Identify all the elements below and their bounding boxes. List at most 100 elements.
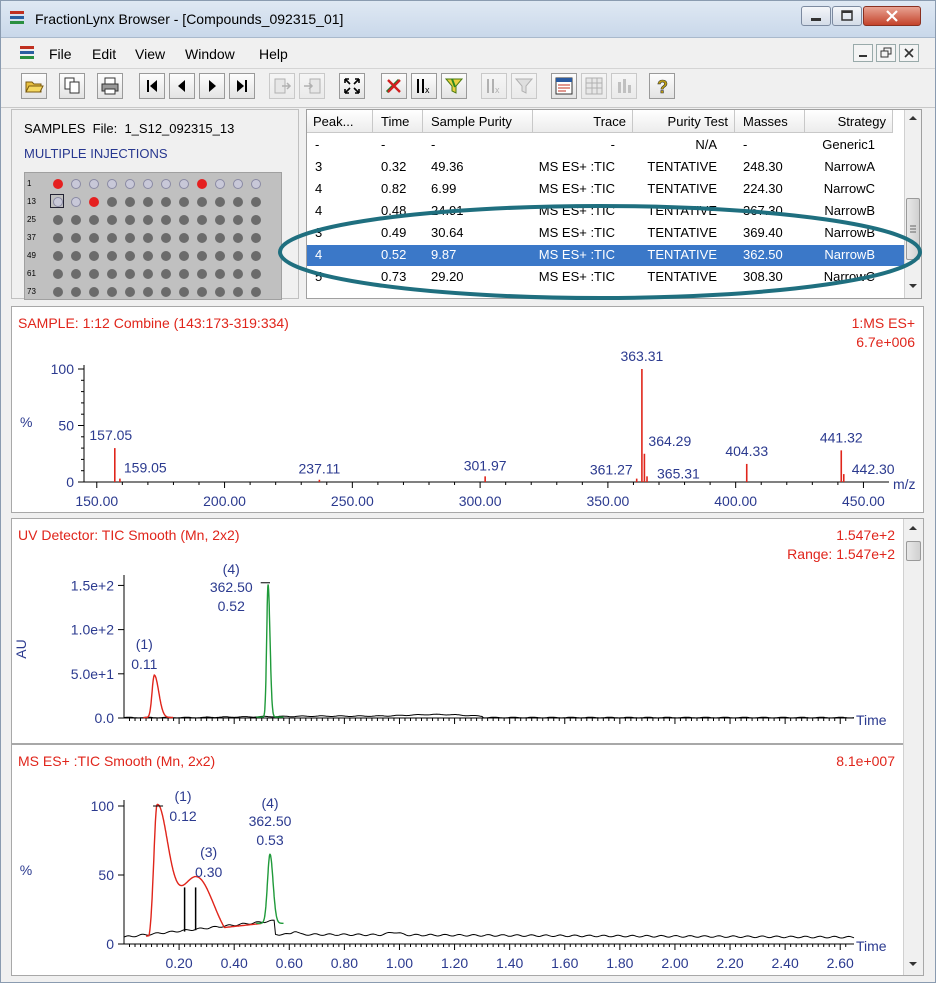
- plate-well[interactable]: [161, 215, 171, 225]
- plate-well[interactable]: [251, 197, 261, 207]
- plate-well[interactable]: [161, 197, 171, 207]
- plate-well[interactable]: [89, 197, 99, 207]
- plate-well[interactable]: [71, 197, 81, 207]
- plate-well[interactable]: [215, 197, 225, 207]
- plate-well[interactable]: [197, 287, 207, 297]
- plate-well[interactable]: [215, 179, 225, 189]
- plate-well[interactable]: [179, 215, 189, 225]
- plate-well[interactable]: [233, 179, 243, 189]
- plate-well[interactable]: [233, 215, 243, 225]
- fit-button[interactable]: [339, 73, 365, 99]
- funnel-disabled-button[interactable]: [511, 73, 537, 99]
- menu-help[interactable]: Help: [259, 46, 288, 62]
- tic-chromatogram-chart[interactable]: 0.20 0.40 0.60 0.80 1.00 1.20 1.40 1.60 1.80 2.00…: [12, 745, 903, 975]
- chromatogram-scrollbar[interactable]: [903, 519, 923, 975]
- plate-well[interactable]: [107, 251, 117, 261]
- plate-well[interactable]: [251, 215, 261, 225]
- plate-well[interactable]: [107, 233, 117, 243]
- plate-well[interactable]: [161, 269, 171, 279]
- column-purity-test[interactable]: Purity Test: [633, 110, 735, 133]
- plate-well[interactable]: [179, 179, 189, 189]
- plate-well[interactable]: [197, 215, 207, 225]
- plate-well[interactable]: [89, 269, 99, 279]
- plate-well[interactable]: [161, 251, 171, 261]
- plate-well[interactable]: [53, 269, 63, 279]
- plate-well[interactable]: [125, 215, 135, 225]
- plate-well[interactable]: [53, 233, 63, 243]
- mass-spectrum-chart[interactable]: 150.00 200.00 250.00 300.00 350.00 400.00 450.…: [12, 307, 923, 512]
- column-sample-purity[interactable]: Sample Purity: [423, 110, 533, 133]
- plate-well[interactable]: [125, 197, 135, 207]
- plate-well[interactable]: [215, 233, 225, 243]
- plate-well[interactable]: [89, 233, 99, 243]
- print-button[interactable]: [97, 73, 123, 99]
- close-button[interactable]: [863, 6, 921, 26]
- column-strategy[interactable]: Strategy: [805, 110, 893, 133]
- scroll-up-icon[interactable]: [904, 519, 922, 537]
- plate-well[interactable]: [233, 269, 243, 279]
- plate-well[interactable]: [143, 215, 153, 225]
- plate-well[interactable]: [143, 233, 153, 243]
- plate-well[interactable]: [89, 287, 99, 297]
- menu-view[interactable]: View: [135, 46, 165, 62]
- plate-well[interactable]: [215, 269, 225, 279]
- plate-well[interactable]: [125, 179, 135, 189]
- funnel-button[interactable]: [441, 73, 467, 99]
- plate-well[interactable]: [197, 233, 207, 243]
- first-record-button[interactable]: [139, 73, 165, 99]
- plate-well[interactable]: [107, 269, 117, 279]
- plate-well[interactable]: [143, 197, 153, 207]
- plate-well[interactable]: [251, 269, 261, 279]
- plate-well[interactable]: [53, 251, 63, 261]
- plate-well[interactable]: [71, 251, 81, 261]
- plate-well[interactable]: [197, 269, 207, 279]
- plate-well[interactable]: [215, 251, 225, 261]
- copy-button[interactable]: [59, 73, 85, 99]
- plate-well[interactable]: [251, 287, 261, 297]
- plate-well[interactable]: [107, 287, 117, 297]
- plate-well[interactable]: [179, 251, 189, 261]
- column-trace[interactable]: Trace: [533, 110, 633, 133]
- maximize-button[interactable]: [832, 6, 862, 26]
- plate-well[interactable]: [233, 197, 243, 207]
- mdi-minimize-button[interactable]: [853, 44, 873, 62]
- mass-filter-button[interactable]: x: [411, 73, 437, 99]
- plate-well[interactable]: [179, 197, 189, 207]
- uv-chromatogram-chart[interactable]: 0.0 5.0e+1 1.0e+2 1.5e+2 Time AU (1) 0.11 (4) 362…: [12, 519, 903, 743]
- scroll-down-icon[interactable]: [904, 955, 922, 973]
- export-button[interactable]: [269, 73, 295, 99]
- scrollbar-thumb[interactable]: [906, 541, 921, 561]
- last-record-button[interactable]: [229, 73, 255, 99]
- plate-well[interactable]: [251, 251, 261, 261]
- plate-well[interactable]: [125, 269, 135, 279]
- menu-edit[interactable]: Edit: [92, 46, 116, 62]
- plate-well[interactable]: [233, 251, 243, 261]
- menu-file[interactable]: File: [49, 46, 72, 62]
- plate-well[interactable]: [143, 179, 153, 189]
- mdi-close-button[interactable]: [899, 44, 919, 62]
- plate-well[interactable]: [107, 179, 117, 189]
- grid-button[interactable]: [581, 73, 607, 99]
- plate-well[interactable]: [215, 215, 225, 225]
- column-masses[interactable]: Masses: [735, 110, 805, 133]
- open-button[interactable]: [21, 73, 47, 99]
- previous-record-button[interactable]: [169, 73, 195, 99]
- plate-well[interactable]: [197, 197, 207, 207]
- plate-well[interactable]: [53, 287, 63, 297]
- plate-well[interactable]: [107, 215, 117, 225]
- import-button[interactable]: [299, 73, 325, 99]
- column-peak[interactable]: Peak...: [307, 110, 373, 133]
- plate-well[interactable]: [143, 287, 153, 297]
- plate-well[interactable]: [251, 179, 261, 189]
- plate-well[interactable]: [179, 287, 189, 297]
- report-button[interactable]: [551, 73, 577, 99]
- plate-well[interactable]: [161, 179, 171, 189]
- plate-well[interactable]: [71, 269, 81, 279]
- table-row[interactable]: 3 0.32 49.36 MS ES+ :TIC TENTATIVE 248.30 Narr…: [307, 157, 905, 178]
- plate-well[interactable]: [125, 287, 135, 297]
- next-record-button[interactable]: [199, 73, 225, 99]
- plate-well[interactable]: [233, 233, 243, 243]
- plate-well[interactable]: [197, 179, 207, 189]
- document-icon[interactable]: [19, 45, 35, 61]
- plate-well[interactable]: [89, 215, 99, 225]
